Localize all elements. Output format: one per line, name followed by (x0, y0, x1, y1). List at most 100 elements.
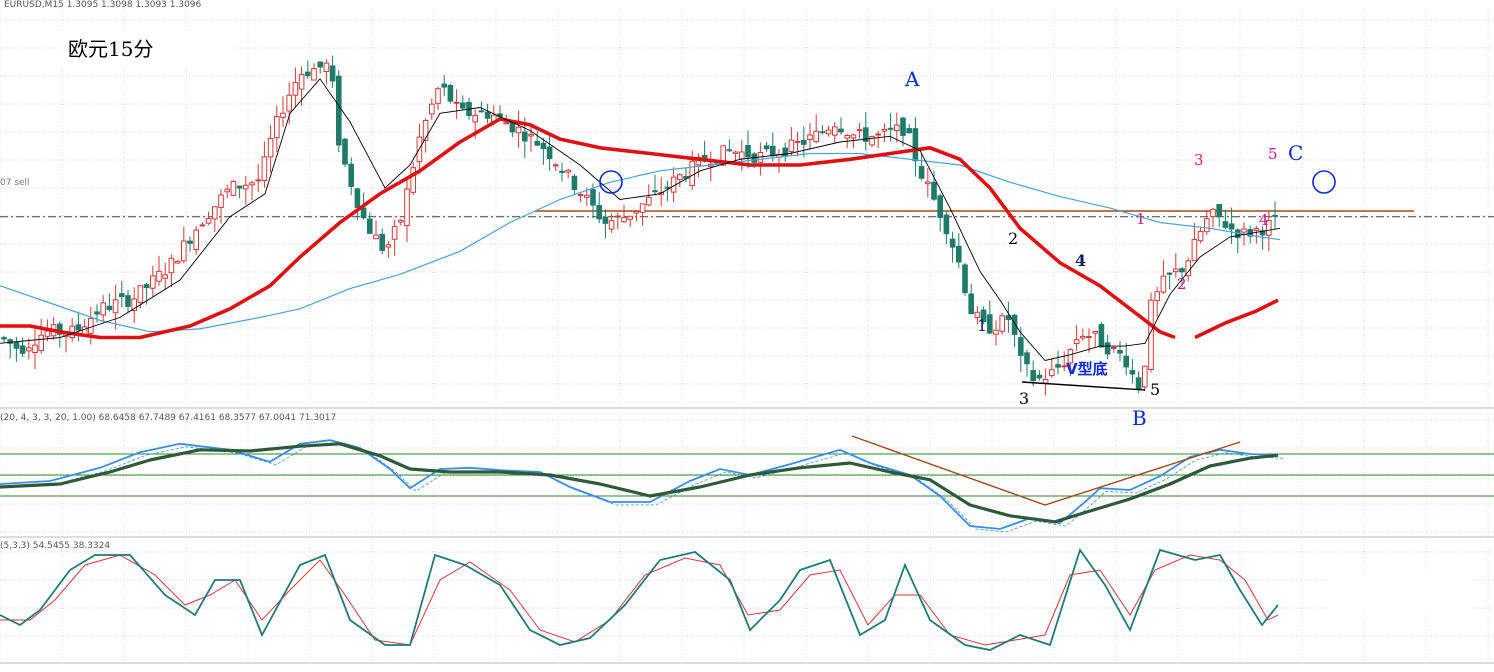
red-moving-average (0, 117, 1176, 340)
candle-body (236, 185, 243, 189)
candle-body (94, 311, 100, 315)
candle-body (193, 229, 199, 251)
candle-body (1049, 369, 1055, 377)
red-moving-average-tail (1194, 298, 1279, 340)
candle-body (1222, 221, 1229, 228)
candle-body (608, 220, 615, 230)
candle-body (850, 134, 857, 139)
candle-body (1154, 291, 1161, 302)
candle-body (677, 174, 683, 180)
moving-averages (0, 78, 1281, 361)
candles (1, 55, 1278, 396)
candle-body (88, 317, 94, 334)
candle-body (280, 112, 286, 118)
candle-body (478, 110, 485, 113)
candle-body (615, 215, 621, 218)
candle-body (906, 128, 913, 134)
candle-body (336, 75, 342, 146)
candle-body (1042, 378, 1049, 384)
candle-body (689, 160, 696, 186)
candle-body (577, 194, 584, 197)
candle-body (354, 188, 361, 208)
candle-body (249, 182, 255, 186)
stoch-d-line (0, 554, 1279, 646)
candle-body (205, 218, 212, 224)
candle-body (19, 345, 26, 354)
candle-body (881, 128, 888, 132)
candle-body (230, 181, 237, 196)
candle-body (931, 181, 937, 200)
candle-body (949, 238, 956, 248)
indicator1-header: (20, 4, 3, 3, 20, 1.00) 68.6458 67.7489 … (0, 413, 337, 423)
candle-body (187, 240, 193, 244)
candle-body (838, 128, 844, 133)
candle-body (410, 167, 416, 193)
candle-body (522, 131, 528, 142)
candle-body (441, 83, 447, 88)
candle-body (453, 101, 460, 104)
candle-body (534, 140, 541, 146)
candle-body (621, 217, 627, 223)
candle-body (627, 215, 634, 220)
candle-body (1080, 335, 1086, 339)
candle-body (1036, 374, 1043, 379)
thin-moving-average (0, 78, 1281, 361)
candle-body (1253, 228, 1260, 232)
candle-body (900, 117, 906, 136)
candle-body (1111, 347, 1117, 350)
candle-body (832, 126, 838, 136)
candle-body (894, 124, 900, 131)
candle-body (305, 71, 311, 77)
candle-body (819, 131, 826, 134)
candle-body (788, 139, 795, 153)
candle-body (75, 324, 82, 331)
chart-title: 欧元15分 (60, 32, 234, 66)
label-b: B (1132, 406, 1147, 430)
candle-body (106, 305, 113, 310)
candle-body (571, 175, 578, 190)
candle-body (993, 329, 999, 335)
candle-body (1011, 314, 1018, 335)
candle-body (1, 337, 7, 340)
target-circle (1312, 170, 1336, 194)
candle-body (429, 103, 435, 115)
candle-body (1117, 350, 1123, 354)
stochastic-panel (0, 548, 1279, 651)
candle-body (553, 164, 559, 167)
candle-body (813, 130, 820, 143)
candle-body (596, 205, 603, 220)
candle-body (385, 244, 392, 248)
candle-body (472, 114, 478, 123)
symbol-header: EURUSD,M15 1.3095 1.3098 1.3093 1.3096 (4, 0, 202, 10)
candle-body (1030, 370, 1037, 381)
candle-body (373, 234, 379, 240)
candle-body (119, 293, 125, 297)
candle-body (391, 225, 398, 240)
candle-body (912, 128, 919, 162)
candle-body (1191, 239, 1198, 262)
candle-body (1241, 228, 1247, 233)
candle-body (398, 219, 404, 223)
candle-body (143, 284, 150, 289)
candle-body (1228, 223, 1235, 230)
candle-body (26, 347, 32, 352)
candle-body (162, 274, 168, 279)
candle-body (404, 188, 410, 227)
candle-body (732, 151, 739, 154)
wave-down-5: 5 (1150, 380, 1160, 399)
candle-body (770, 145, 776, 157)
candle-body (1098, 324, 1105, 348)
candle-body (329, 65, 336, 82)
candle-body (1018, 337, 1024, 356)
wave-down-1: 1 (977, 316, 987, 335)
candle-body (559, 170, 565, 173)
candle-body (540, 142, 547, 150)
candle-body (199, 224, 206, 227)
candle-body (379, 233, 385, 251)
candle-body (987, 314, 993, 334)
candle-body (763, 145, 770, 150)
wave-up-3: 3 (1194, 151, 1204, 169)
candle-body (1135, 377, 1142, 390)
candle-body (1104, 342, 1111, 355)
candle-body (1092, 330, 1099, 334)
